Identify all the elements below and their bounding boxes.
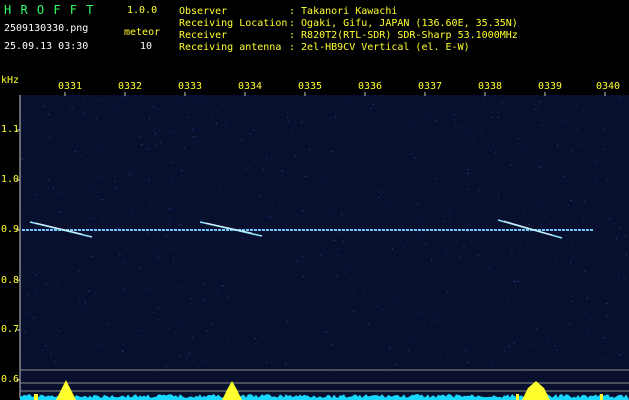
meteor-label: meteor bbox=[124, 27, 161, 38]
freq-tick: 1.0 bbox=[1, 174, 20, 185]
time-tick: 0336 bbox=[358, 81, 383, 92]
time-tick: 0335 bbox=[298, 81, 323, 92]
antenna-value: : 2el-HB9CV Vertical (el. E-W) bbox=[289, 42, 470, 53]
timestamp: 25.09.13 03:30 bbox=[4, 41, 89, 52]
location-key: Receiving Location bbox=[179, 18, 288, 29]
file-name: 2509130330.png bbox=[4, 23, 89, 34]
time-tick: 0334 bbox=[238, 81, 263, 92]
freq-unit-label: kHz bbox=[1, 75, 20, 86]
time-tick: 0339 bbox=[538, 81, 563, 92]
meteor-count: 10 bbox=[140, 41, 153, 52]
receiver-value: : R820T2(RTL-SDR) SDR-Sharp 53.1000MHz bbox=[289, 30, 518, 41]
freq-tick: 0.7 bbox=[1, 324, 20, 335]
meteor-burst bbox=[516, 394, 519, 400]
observer-value: : Takanori Kawachi bbox=[289, 6, 398, 17]
location-value: : Ogaki, Gifu, JAPAN (136.60E, 35.35N) bbox=[289, 18, 518, 29]
meteor-burst bbox=[600, 394, 603, 400]
app-version: 1.0.0 bbox=[127, 5, 158, 16]
freq-tick: 1.1 bbox=[1, 124, 20, 135]
antenna-key: Receiving antenna bbox=[179, 42, 282, 53]
time-tick: 0333 bbox=[178, 81, 203, 92]
hrofft-window: H R O F F T 1.0.0 2509130330.png 25.09.1… bbox=[0, 0, 629, 400]
time-tick: 0337 bbox=[418, 81, 443, 92]
receiver-key: Receiver bbox=[179, 30, 228, 41]
plot-background bbox=[20, 95, 629, 400]
time-tick: 0340 bbox=[596, 81, 621, 92]
app-title: H R O F F T bbox=[4, 3, 95, 17]
observer-key: Observer bbox=[179, 6, 228, 17]
time-tick: 0332 bbox=[118, 81, 143, 92]
time-tick: 0338 bbox=[478, 81, 503, 92]
freq-tick: 0.8 bbox=[1, 275, 20, 286]
time-tick: 0331 bbox=[58, 81, 83, 92]
meteor-burst bbox=[34, 394, 38, 400]
freq-tick: 0.6 bbox=[1, 374, 20, 385]
freq-tick: 0.9 bbox=[1, 224, 20, 235]
spectrogram-canvas bbox=[16, 92, 629, 400]
